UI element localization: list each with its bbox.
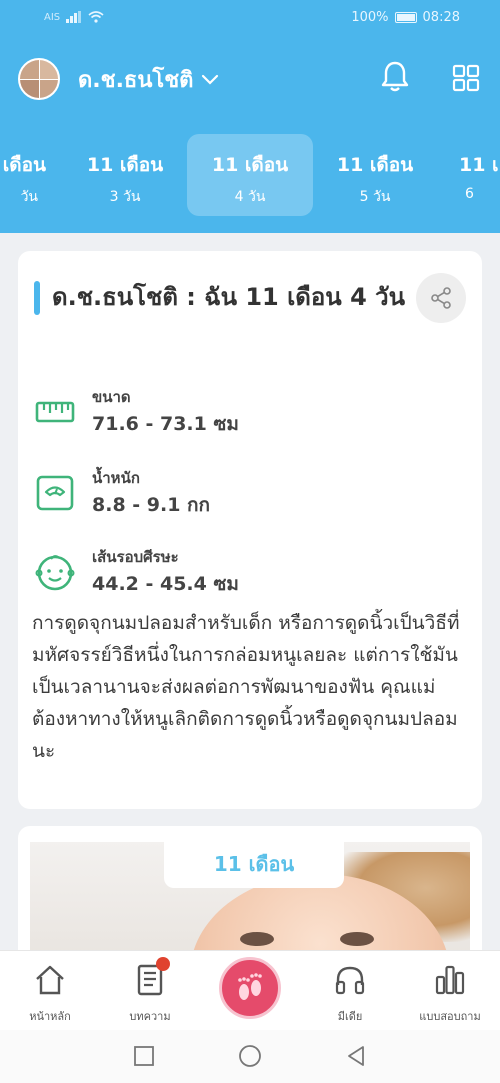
age-tab[interactable]: เดือน วัน [0,134,66,216]
notification-badge [156,957,170,971]
avatar[interactable] [18,58,60,100]
share-icon [431,287,451,309]
footprint-icon [238,973,262,1000]
photo-age-label: 11 เดือน [164,842,344,888]
age-tabs: เดือน วัน 11 เดือน 3 วัน 11 เดือน 4 วัน … [0,134,500,218]
bottom-nav: หน้าหลัก บทความ มีเดีย แบบสอบถาม [0,950,500,1030]
development-card: ด.ช.ธนโชติ : ฉัน 11 เดือน 4 วัน ขนาด 71.… [18,251,482,809]
carrier-label: AIS [44,11,61,23]
signal-icon [66,11,82,23]
nav-survey[interactable]: แบบสอบถาม [410,963,490,1025]
nav-articles[interactable]: บทความ [110,957,190,1025]
age-tab-selected[interactable]: 11 เดือน 4 วัน [187,134,313,216]
share-button[interactable] [416,273,466,323]
baby-face-icon [35,555,75,591]
battery-icon [394,12,417,23]
bar-chart-icon [435,965,465,995]
age-photo-card[interactable]: 11 เดือน [18,826,482,966]
home-circle-icon[interactable] [238,1044,262,1068]
chevron-down-icon [202,74,219,85]
profile-switcher[interactable]: ด.ช.ธนโชติ [78,62,219,97]
metric-head: เส้นรอบศีรษะ 44.2 - 45.4 ซม [34,545,454,601]
baby-photo: 11 เดือน [30,842,470,966]
age-tab[interactable]: 11 เดือน 5 วัน [312,134,438,216]
bell-icon[interactable] [380,60,410,94]
ruler-icon [35,401,75,423]
system-nav-bar [0,1030,500,1083]
app-header: ด.ช.ธนโชติ เดือน วัน 11 เดือน 3 วัน 11 เ… [0,38,500,233]
profile-name: ด.ช.ธนโชติ [78,68,194,93]
card-body-text: การดูดจุกนมปลอมสำหรับเด็ก หรือการดูดนิ้ว… [32,612,460,762]
grid-menu-icon[interactable] [452,64,480,92]
nav-home[interactable]: หน้าหลัก [10,963,90,1025]
headphones-icon [335,966,365,995]
title-accent-bar [34,281,40,315]
nav-media[interactable]: มีเดีย [310,963,390,1025]
center-footprint-button[interactable] [219,957,281,1019]
status-bar: AIS 100% 08:28 [0,0,500,38]
battery-percent: 100% [351,10,389,25]
metric-weight: น้ำหนัก 8.8 - 9.1 กก [34,466,454,522]
age-tab[interactable]: 11 เดือน 3 วัน [62,134,188,216]
age-tab[interactable]: 11 เ 6 [437,134,500,216]
scale-icon [36,475,74,511]
status-left: AIS [44,11,104,23]
home-icon [36,965,64,995]
recent-apps-icon[interactable] [132,1044,156,1068]
card-title: ด.ช.ธนโชติ : ฉัน 11 เดือน 4 วัน [52,283,406,311]
status-right: 100% 08:28 [351,10,460,25]
clock: 08:28 [422,10,460,25]
back-triangle-icon[interactable] [344,1044,368,1068]
metric-length: ขนาด 71.6 - 73.1 ซม [34,385,454,441]
wifi-icon [88,11,104,23]
